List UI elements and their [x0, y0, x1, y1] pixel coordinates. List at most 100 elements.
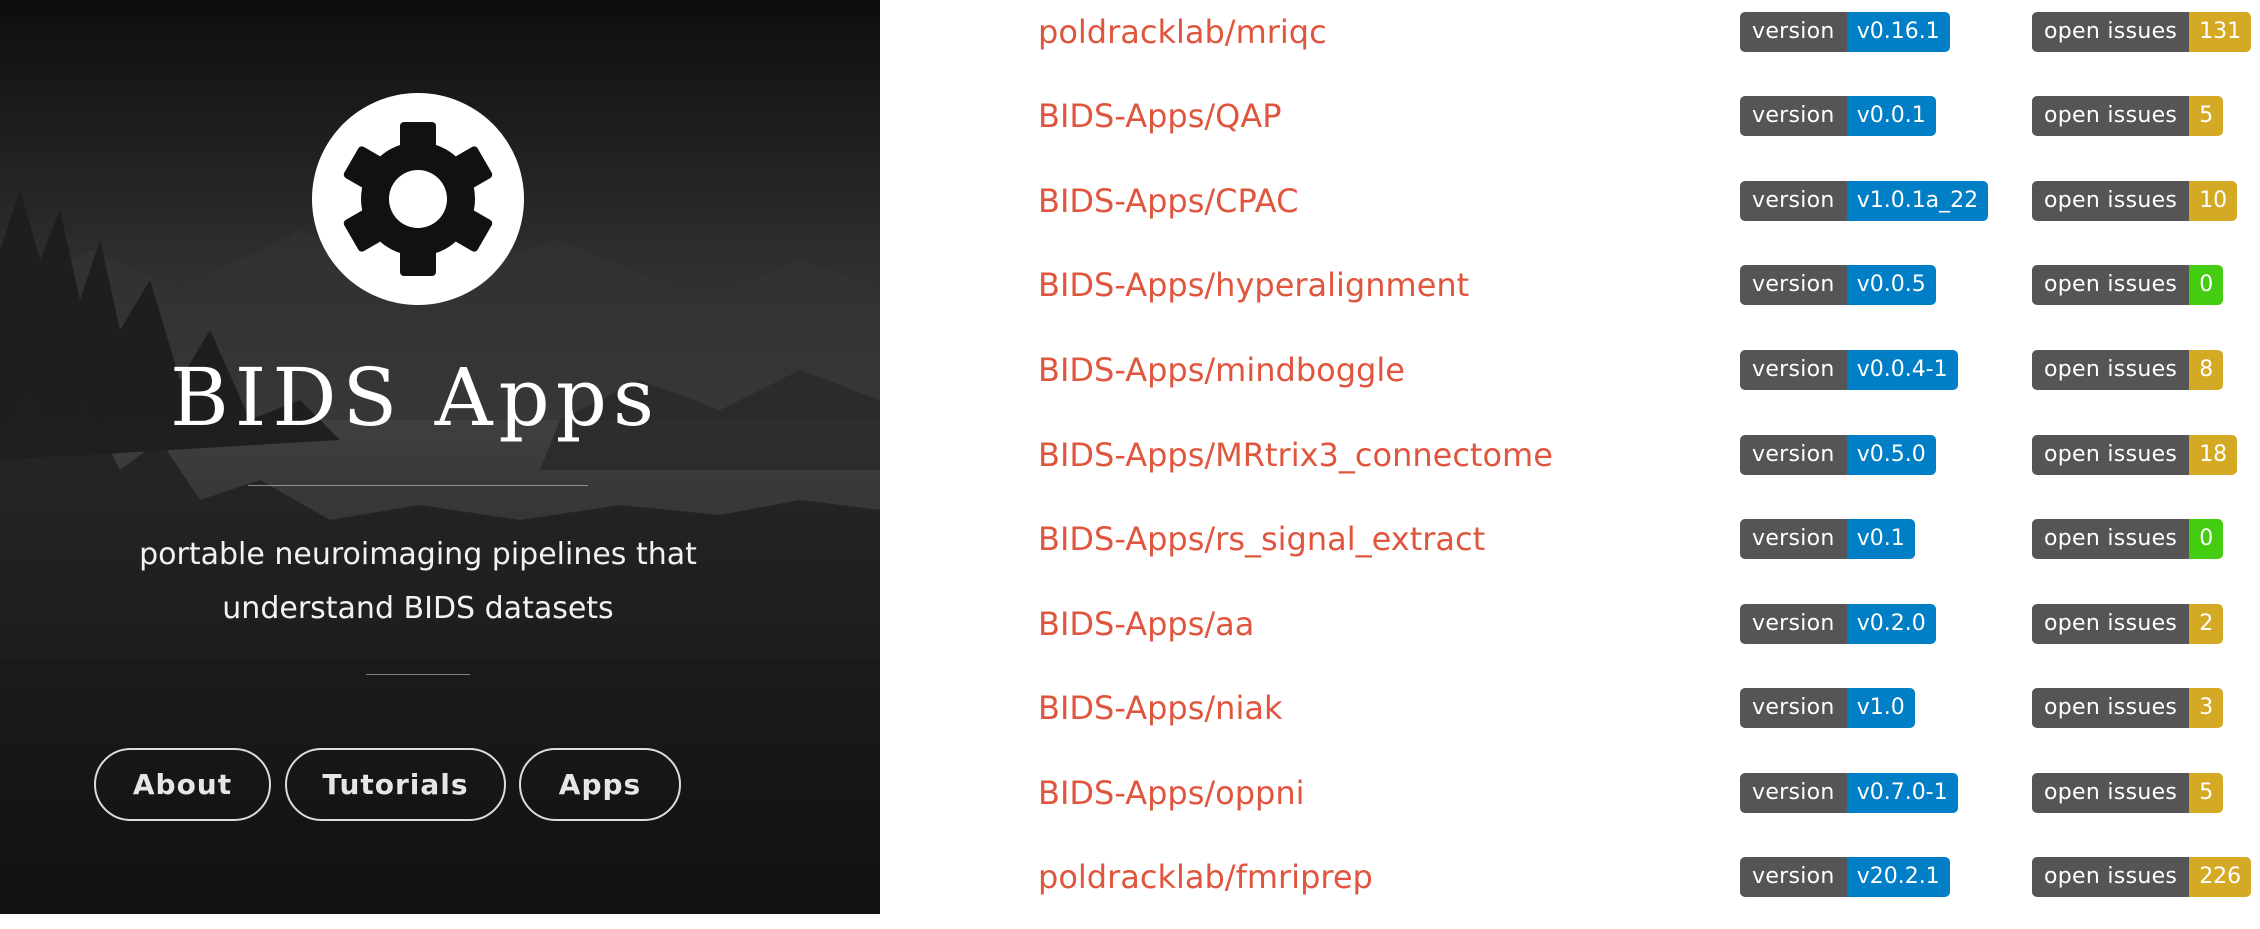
app-link[interactable]: BIDS-Apps/CPAC [1038, 169, 1298, 233]
issues-badge-label: open issues [2032, 857, 2190, 897]
issues-badge-value: 3 [2189, 688, 2224, 728]
site-title: BIDS Apps [169, 351, 660, 444]
issues-badge-value: 0 [2189, 265, 2224, 305]
app-row: BIDS-Apps/hyperalignment version v0.0.5 … [880, 253, 2260, 337]
version-badge[interactable]: version v20.2.1 [1740, 857, 1950, 897]
version-badge[interactable]: version v0.7.0-1 [1740, 773, 1958, 813]
version-badge-value: v0.16.1 [1846, 12, 1950, 52]
app-link[interactable]: BIDS-Apps/niak [1038, 676, 1282, 740]
version-badge-label: version [1740, 181, 1847, 221]
app-row: BIDS-Apps/aa version v0.2.0 open issues … [880, 592, 2260, 676]
nav-apps-button[interactable]: Apps [519, 748, 681, 821]
app-row: BIDS-Apps/MRtrix3_connectome version v0.… [880, 423, 2260, 507]
version-badge-value: v0.0.1 [1846, 96, 1936, 136]
app-link[interactable]: BIDS-Apps/mindboggle [1038, 338, 1405, 402]
version-badge-value: v1.0.1a_22 [1846, 181, 1989, 221]
version-badge-value: v0.1 [1846, 519, 1915, 559]
nav-tutorials-button[interactable]: Tutorials [285, 748, 506, 821]
issues-badge-label: open issues [2032, 773, 2190, 813]
version-badge[interactable]: version v0.2.0 [1740, 604, 1936, 644]
gear-icon [343, 122, 493, 276]
tagline-line-2: understand BIDS datasets [222, 591, 614, 626]
version-badge[interactable]: version v0.16.1 [1740, 12, 1950, 52]
version-badge-value: v20.2.1 [1846, 857, 1950, 897]
tagline-divider [366, 674, 470, 675]
issues-badge-value: 2 [2189, 604, 2224, 644]
version-badge[interactable]: version v0.0.5 [1740, 265, 1936, 305]
app-link[interactable]: BIDS-Apps/aa [1038, 592, 1254, 656]
tagline-line-1: portable neuroimaging pipelines that [139, 537, 697, 572]
issues-badge-label: open issues [2032, 265, 2190, 305]
issues-badge-label: open issues [2032, 96, 2190, 136]
issues-badge[interactable]: open issues 5 [2032, 773, 2224, 813]
app-row: BIDS-Apps/oppni version v0.7.0-1 open is… [880, 761, 2260, 845]
version-badge-label: version [1740, 350, 1847, 390]
app-link[interactable]: BIDS-Apps/rs_signal_extract [1038, 507, 1485, 571]
app-link[interactable]: BIDS-Apps/oppni [1038, 761, 1305, 825]
app-row: BIDS-Apps/niak version v1.0 open issues … [880, 676, 2260, 760]
logo [312, 93, 524, 305]
version-badge-label: version [1740, 773, 1847, 813]
version-badge-label: version [1740, 857, 1847, 897]
sidebar: BIDS Apps portable neuroimaging pipeline… [0, 0, 880, 914]
issues-badge[interactable]: open issues 10 [2032, 181, 2238, 221]
app-row: poldracklab/mriqc version v0.16.1 open i… [880, 0, 2260, 84]
nav-about-button[interactable]: About [94, 748, 271, 821]
issues-badge-label: open issues [2032, 604, 2190, 644]
issues-badge-value: 8 [2189, 350, 2224, 390]
version-badge-value: v0.2.0 [1846, 604, 1936, 644]
version-badge[interactable]: version v1.0.1a_22 [1740, 181, 1989, 221]
issues-badge-label: open issues [2032, 350, 2190, 390]
app-row: BIDS-Apps/mindboggle version v0.0.4-1 op… [880, 338, 2260, 422]
version-badge-value: v0.0.4-1 [1846, 350, 1958, 390]
issues-badge-label: open issues [2032, 435, 2190, 475]
issues-badge[interactable]: open issues 0 [2032, 519, 2224, 559]
issues-badge-label: open issues [2032, 688, 2190, 728]
app-link[interactable]: BIDS-Apps/hyperalignment [1038, 253, 1469, 317]
issues-badge-value: 226 [2189, 857, 2252, 897]
issues-badge[interactable]: open issues 8 [2032, 350, 2224, 390]
title-divider [248, 485, 588, 486]
app-row: BIDS-Apps/QAP version v0.0.1 open issues… [880, 84, 2260, 168]
app-link[interactable]: BIDS-Apps/MRtrix3_connectome [1038, 423, 1553, 487]
issues-badge-label: open issues [2032, 12, 2190, 52]
issues-badge-value: 0 [2189, 519, 2224, 559]
app-row: poldracklab/fmriprep version v20.2.1 ope… [880, 845, 2260, 929]
version-badge[interactable]: version v0.1 [1740, 519, 1915, 559]
issues-badge-value: 5 [2189, 96, 2224, 136]
version-badge-value: v1.0 [1846, 688, 1915, 728]
version-badge-label: version [1740, 12, 1847, 52]
issues-badge-value: 131 [2189, 12, 2252, 52]
version-badge-label: version [1740, 519, 1847, 559]
version-badge-value: v0.0.5 [1846, 265, 1936, 305]
issues-badge[interactable]: open issues 131 [2032, 12, 2252, 52]
app-link[interactable]: BIDS-Apps/QAP [1038, 84, 1282, 148]
version-badge-label: version [1740, 96, 1847, 136]
issues-badge[interactable]: open issues 226 [2032, 857, 2252, 897]
version-badge-value: v0.7.0-1 [1846, 773, 1958, 813]
issues-badge[interactable]: open issues 3 [2032, 688, 2224, 728]
issues-badge[interactable]: open issues 5 [2032, 96, 2224, 136]
version-badge-label: version [1740, 604, 1847, 644]
version-badge-label: version [1740, 265, 1847, 305]
issues-badge[interactable]: open issues 18 [2032, 435, 2238, 475]
app-row: BIDS-Apps/rs_signal_extract version v0.1… [880, 507, 2260, 591]
app-row: BIDS-Apps/CPAC version v1.0.1a_22 open i… [880, 169, 2260, 253]
issues-badge[interactable]: open issues 0 [2032, 265, 2224, 305]
version-badge[interactable]: version v1.0 [1740, 688, 1915, 728]
version-badge[interactable]: version v0.0.4-1 [1740, 350, 1958, 390]
app-link[interactable]: poldracklab/mriqc [1038, 0, 1327, 64]
app-list: poldracklab/mriqc version v0.16.1 open i… [880, 0, 2260, 914]
version-badge[interactable]: version v0.0.1 [1740, 96, 1936, 136]
version-badge-value: v0.5.0 [1846, 435, 1936, 475]
version-badge-label: version [1740, 435, 1847, 475]
issues-badge-value: 5 [2189, 773, 2224, 813]
version-badge-label: version [1740, 688, 1847, 728]
issues-badge-label: open issues [2032, 519, 2190, 559]
version-badge[interactable]: version v0.5.0 [1740, 435, 1936, 475]
issues-badge-value: 18 [2189, 435, 2238, 475]
app-link[interactable]: poldracklab/fmriprep [1038, 845, 1373, 909]
issues-badge-value: 10 [2189, 181, 2238, 221]
tagline: portable neuroimaging pipelines that und… [60, 528, 776, 636]
issues-badge[interactable]: open issues 2 [2032, 604, 2224, 644]
